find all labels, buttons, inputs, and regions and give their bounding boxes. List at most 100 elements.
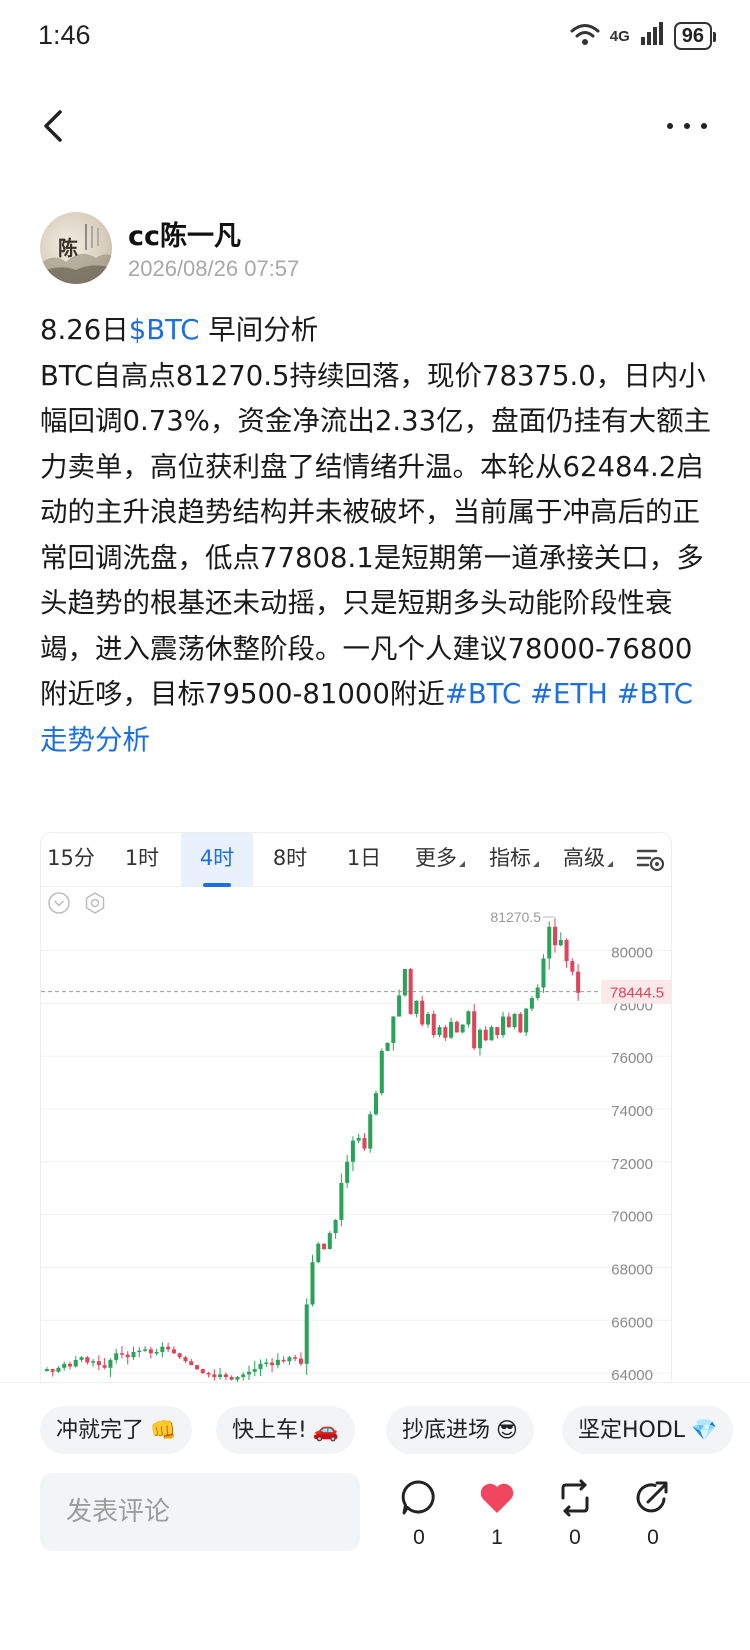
comment-input[interactable]: 发表评论 <box>40 1473 360 1551</box>
y-tick-label: 70000 <box>611 1209 653 1226</box>
y-tick-label: 74000 <box>611 1103 653 1120</box>
candle <box>535 987 540 999</box>
comment-button[interactable]: 0 <box>394 1478 444 1550</box>
y-tick-label: 68000 <box>611 1261 653 1278</box>
battery-indicator: 96 <box>673 22 717 50</box>
comment-count: 0 <box>413 1526 425 1549</box>
post-title: 8.26日$BTC 早间分析 <box>40 308 712 354</box>
candle <box>391 1016 396 1043</box>
quick-reply-chip[interactable]: 冲就完了 👊 <box>40 1406 193 1454</box>
candle <box>350 1140 355 1162</box>
candle <box>529 998 534 1009</box>
candle <box>189 1361 194 1366</box>
author-name[interactable]: cc陈一凡 <box>128 214 241 253</box>
candle <box>143 1349 148 1351</box>
more-horizontal-icon <box>667 123 707 129</box>
candle <box>489 1027 494 1041</box>
candle <box>322 1243 327 1249</box>
candle <box>431 1013 436 1036</box>
chip-label: 坚定HODL <box>578 1418 686 1443</box>
y-tick-label: 66000 <box>611 1314 653 1331</box>
candle <box>119 1353 124 1355</box>
candle <box>356 1138 361 1141</box>
candle <box>108 1359 113 1368</box>
candle <box>281 1359 286 1362</box>
candle <box>466 1011 471 1025</box>
wifi-icon <box>570 22 600 50</box>
candle <box>333 1219 338 1234</box>
post-title-suffix: 早间分析 <box>199 314 319 346</box>
candle <box>304 1304 309 1364</box>
candle <box>183 1357 188 1362</box>
heart-icon <box>480 1483 514 1513</box>
candle <box>200 1369 205 1374</box>
more-button[interactable] <box>662 108 712 148</box>
candle <box>541 958 546 988</box>
candle <box>73 1359 78 1367</box>
candle <box>270 1362 275 1366</box>
like-button[interactable]: 1 <box>472 1478 522 1550</box>
y-tick-label: 72000 <box>611 1156 653 1173</box>
back-button[interactable] <box>36 108 76 148</box>
candle <box>420 1000 425 1025</box>
candle <box>316 1243 321 1263</box>
candle <box>397 995 402 1017</box>
candle <box>524 1008 529 1033</box>
candle <box>67 1363 73 1367</box>
kline-chart[interactable]: 8000078000760007400072000700006800066000… <box>41 833 672 1392</box>
candle <box>506 1016 511 1028</box>
hashtag-link[interactable]: #BTC <box>445 678 521 710</box>
candle <box>218 1374 223 1378</box>
candle <box>154 1351 159 1354</box>
candle <box>212 1374 217 1378</box>
candle <box>131 1351 136 1358</box>
candle <box>166 1346 171 1350</box>
like-count: 1 <box>491 1526 503 1549</box>
candle <box>298 1358 303 1364</box>
chip-label: 抄底进场 <box>402 1418 491 1443</box>
post-content: BTC自高点81270.5持续回落，现价78375.0，日内小幅回调0.73%，… <box>40 354 712 764</box>
avatar[interactable]: 陈 <box>40 212 112 284</box>
high-price-label: 81270.5 <box>490 909 541 925</box>
candle <box>373 1093 379 1115</box>
candle <box>79 1357 84 1360</box>
quick-reply-chip[interactable]: 坚定HODL 💎 <box>562 1406 734 1454</box>
candle <box>293 1357 298 1359</box>
repost-button[interactable]: 0 <box>550 1478 600 1550</box>
chevron-left-icon <box>44 110 62 142</box>
candle <box>501 1016 506 1036</box>
candle <box>56 1367 61 1372</box>
fist-bump-emoji: 👊 <box>150 1418 177 1442</box>
chip-label: 快上车! <box>232 1418 307 1443</box>
candle <box>558 939 563 946</box>
candle <box>425 1013 431 1025</box>
candle <box>570 961 575 972</box>
repost-icon <box>561 1479 589 1517</box>
ticker-link[interactable]: $BTC <box>129 314 200 346</box>
repost-count: 0 <box>569 1526 581 1549</box>
candle <box>552 926 558 946</box>
status-bar: 1:46 4G 96 <box>0 0 750 76</box>
candle <box>62 1363 67 1368</box>
candle <box>246 1371 252 1375</box>
candle <box>252 1369 257 1372</box>
candle <box>449 1021 454 1038</box>
kline-chart-card: 15分 1时 4时 8时 1日 更多 指标 高级 80000 78000 760… <box>40 832 672 1392</box>
quick-reply-chip[interactable]: 抄底进场 😎 <box>386 1406 534 1454</box>
candle <box>206 1373 211 1375</box>
hashtag-link[interactable]: #ETH <box>530 678 608 710</box>
candle <box>547 926 552 959</box>
candle <box>171 1349 176 1354</box>
candle <box>264 1362 269 1365</box>
candle <box>287 1357 292 1362</box>
y-tick-label: 76000 <box>611 1050 653 1067</box>
candle <box>518 1013 523 1033</box>
post-title-prefix: 8.26日 <box>40 314 129 346</box>
candle <box>44 1369 49 1372</box>
candle <box>50 1369 55 1372</box>
quick-reply-chip[interactable]: 快上车! 🚗 <box>216 1406 355 1454</box>
post-text: BTC自高点81270.5持续回落，现价78375.0，日内小幅回调0.73%，… <box>40 359 712 711</box>
candle <box>385 1042 390 1051</box>
candle <box>454 1021 459 1033</box>
share-button[interactable]: 0 <box>628 1478 678 1550</box>
